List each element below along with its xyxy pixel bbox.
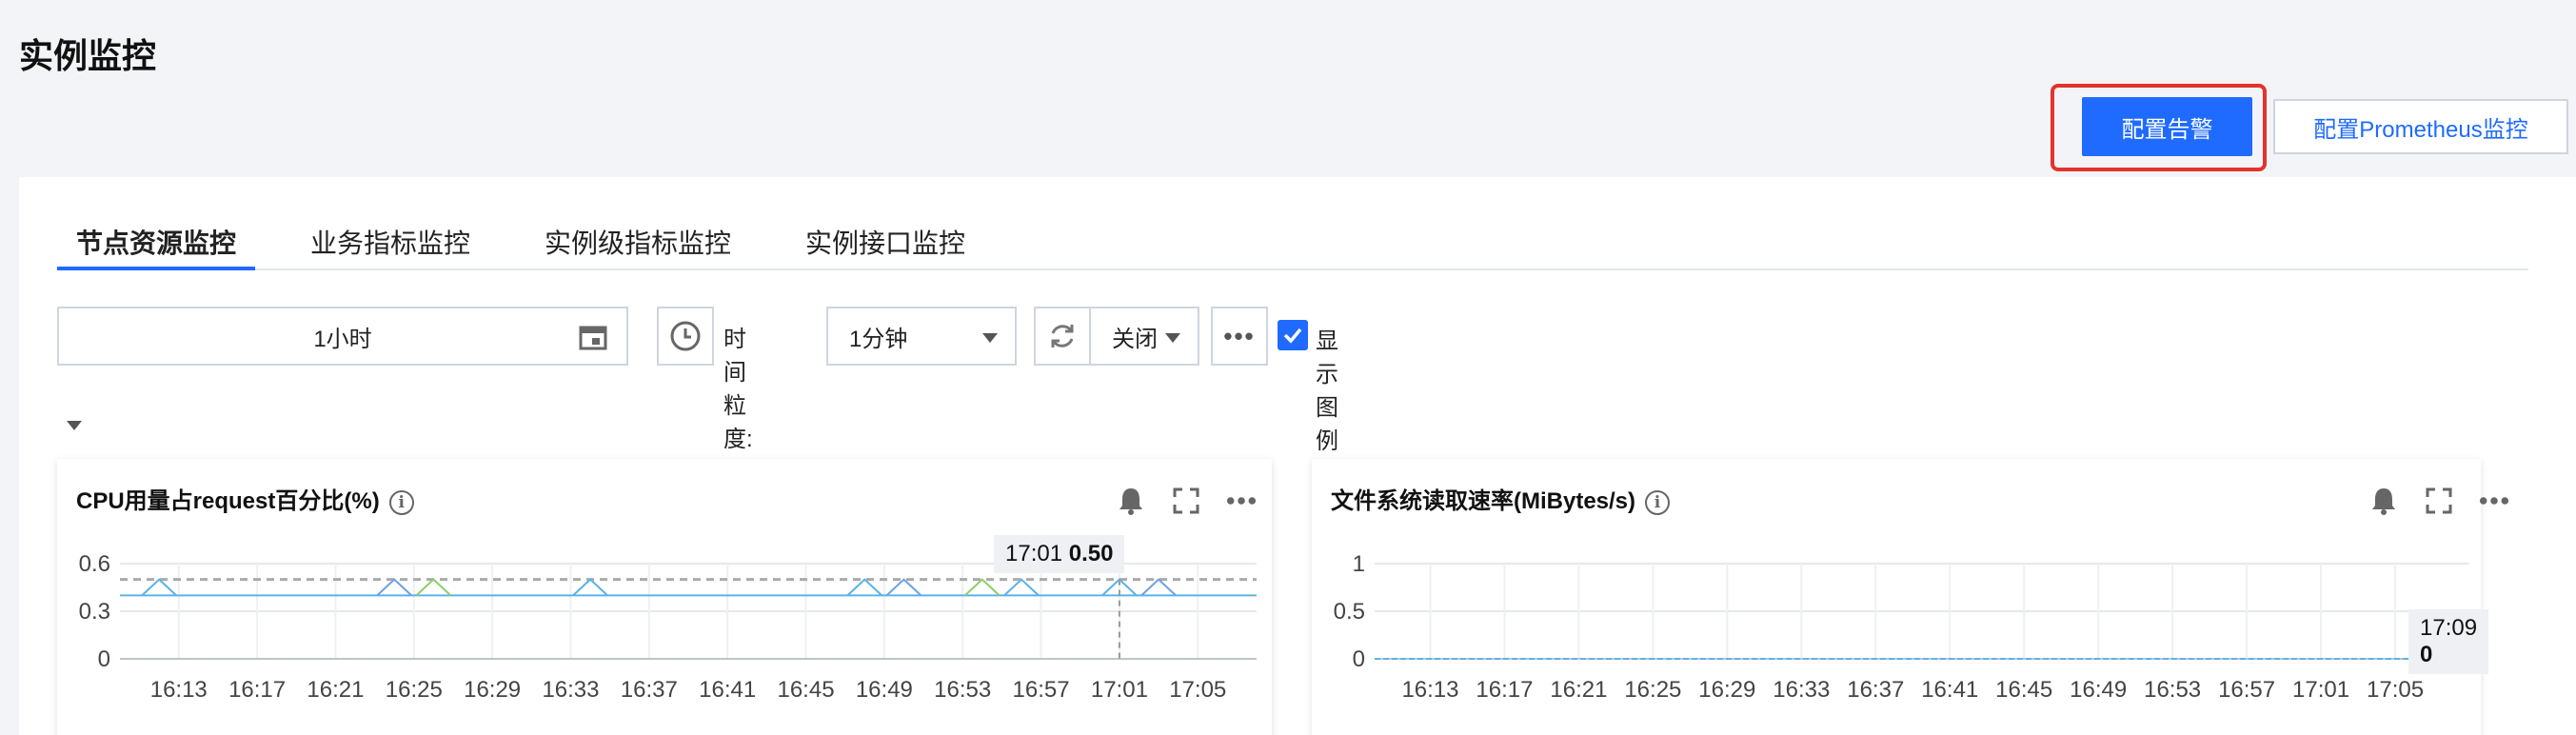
auto-refresh-select[interactable]: 关闭 xyxy=(1089,307,1199,366)
tab-instance-api[interactable]: 实例接口监控 xyxy=(786,219,984,268)
tab-business-metrics[interactable]: 业务指标监控 xyxy=(291,219,489,268)
chevron-down-icon xyxy=(1165,333,1180,343)
series-spike xyxy=(572,578,608,597)
x-tick-label: 16:17 xyxy=(1476,677,1533,703)
series-spike xyxy=(376,578,412,597)
calendar-icon xyxy=(579,326,607,350)
show-legend-checkbox[interactable] xyxy=(1278,320,1308,350)
x-tick-label: 16:53 xyxy=(2144,677,2201,703)
x-tick-label: 16:45 xyxy=(1995,677,2052,703)
x-tick-label: 16:29 xyxy=(464,677,521,703)
x-tick-label: 16:25 xyxy=(1624,677,1681,703)
tab-node-resources[interactable]: 节点资源监控 xyxy=(57,219,256,270)
y-tick-label: 0.5 xyxy=(1334,599,1365,625)
chart-cpu: 0.6 0.3 0 16:13 16:17 16:21 16:25 16:29 16:33 16:… xyxy=(79,551,1257,703)
configure-prometheus-button[interactable]: 配置Prometheus监控 xyxy=(2273,99,2568,154)
granularity-value: 1分钟 xyxy=(849,326,908,352)
x-tick-label: 16:13 xyxy=(150,677,208,703)
x-tick-label: 16:21 xyxy=(1550,677,1607,703)
x-tick-label: 17:01 xyxy=(1091,677,1148,703)
series-spike xyxy=(885,578,922,597)
x-tick-label: 16:41 xyxy=(1921,677,1978,703)
tooltip-time: 17:01 xyxy=(1005,541,1063,566)
series-spike xyxy=(964,578,1001,597)
monitor-tabs: 节点资源监控 业务指标监控 实例级指标监控 实例接口监控 xyxy=(57,219,2528,270)
configure-alert-button[interactable]: 配置告警 xyxy=(2082,97,2252,156)
y-tick-label: 1 xyxy=(1353,551,1365,577)
show-legend-label: 显示图例 xyxy=(1316,328,1338,454)
tooltip-time: 17:09 xyxy=(2420,615,2478,641)
x-tick-label: 16:57 xyxy=(2218,677,2275,703)
x-tick-label: 17:05 xyxy=(2367,677,2424,703)
refresh-button[interactable] xyxy=(1034,307,1091,366)
x-tick-label: 16:37 xyxy=(1847,677,1904,703)
x-tick-label: 16:37 xyxy=(621,677,678,703)
granularity-select[interactable]: 1分钟 xyxy=(826,307,1017,366)
chart-tooltip: 17:01 0.50 xyxy=(994,535,1125,573)
more-icon[interactable] xyxy=(2479,486,2509,516)
clock-button[interactable] xyxy=(657,307,714,366)
clock-icon xyxy=(670,321,701,351)
time-range-picker[interactable]: 1小时 xyxy=(57,307,628,366)
x-tick-label: 16:25 xyxy=(386,677,443,703)
x-tick-label: 16:49 xyxy=(2070,677,2127,703)
y-tick-label: 0 xyxy=(1353,646,1365,672)
chart-panel-fs-read: 文件系统读取速率(MiBytes/s) i 1 0.5 0 16:13 16:17 16:2… xyxy=(1312,459,2509,735)
x-tick-label: 16:29 xyxy=(1698,677,1755,703)
tooltip-value: 0 xyxy=(2420,642,2433,667)
x-tick-label: 16:57 xyxy=(1013,677,1070,703)
series-spike xyxy=(415,578,452,597)
series-spike xyxy=(1003,578,1040,597)
series-spike xyxy=(1140,578,1177,597)
y-tick-label: 0 xyxy=(98,646,110,672)
x-tick-label: 16:21 xyxy=(307,677,364,703)
time-range-value: 1小时 xyxy=(313,326,372,352)
x-tick-label: 16:41 xyxy=(699,677,756,703)
page-title: 实例监控 xyxy=(19,36,157,75)
x-tick-label: 16:45 xyxy=(777,677,834,703)
more-options-button[interactable]: ••• xyxy=(1211,307,1268,366)
x-tick-label: 16:49 xyxy=(856,677,913,703)
x-tick-label: 16:33 xyxy=(542,677,599,703)
auto-refresh-value: 关闭 xyxy=(1112,326,1158,352)
x-tick-label: 17:01 xyxy=(2292,677,2349,703)
chart-tooltip: 17:09 0 xyxy=(2408,609,2489,674)
x-tick-label: 16:53 xyxy=(934,677,991,703)
series-spike xyxy=(141,578,177,597)
chart-fs-read: 1 0.5 0 16:13 16:17 16:21 16:25 16:29 16:33 16:37… xyxy=(1334,551,2469,703)
tooltip-value: 0.50 xyxy=(1068,541,1114,566)
tab-instance-metrics[interactable]: 实例级指标监控 xyxy=(525,219,750,268)
granularity-label: 时间粒度: xyxy=(723,327,753,452)
more-icon: ••• xyxy=(1223,321,1256,350)
x-tick-label: 17:05 xyxy=(1169,677,1226,703)
series-spike xyxy=(846,578,882,597)
y-tick-label: 0.3 xyxy=(79,599,110,625)
collapse-toggle-icon[interactable] xyxy=(67,421,82,430)
x-tick-label: 16:13 xyxy=(1401,677,1458,703)
chevron-down-icon xyxy=(982,333,998,343)
chart-panel-cpu: CPU用量占request百分比(%) i 0.6 0.3 0 16:13 16:17 16… xyxy=(57,459,1272,735)
checkmark-icon xyxy=(1283,328,1302,344)
x-tick-label: 16:33 xyxy=(1773,677,1830,703)
x-tick-label: 16:17 xyxy=(228,677,286,703)
y-tick-label: 0.6 xyxy=(79,551,110,577)
refresh-icon xyxy=(1051,325,1074,348)
